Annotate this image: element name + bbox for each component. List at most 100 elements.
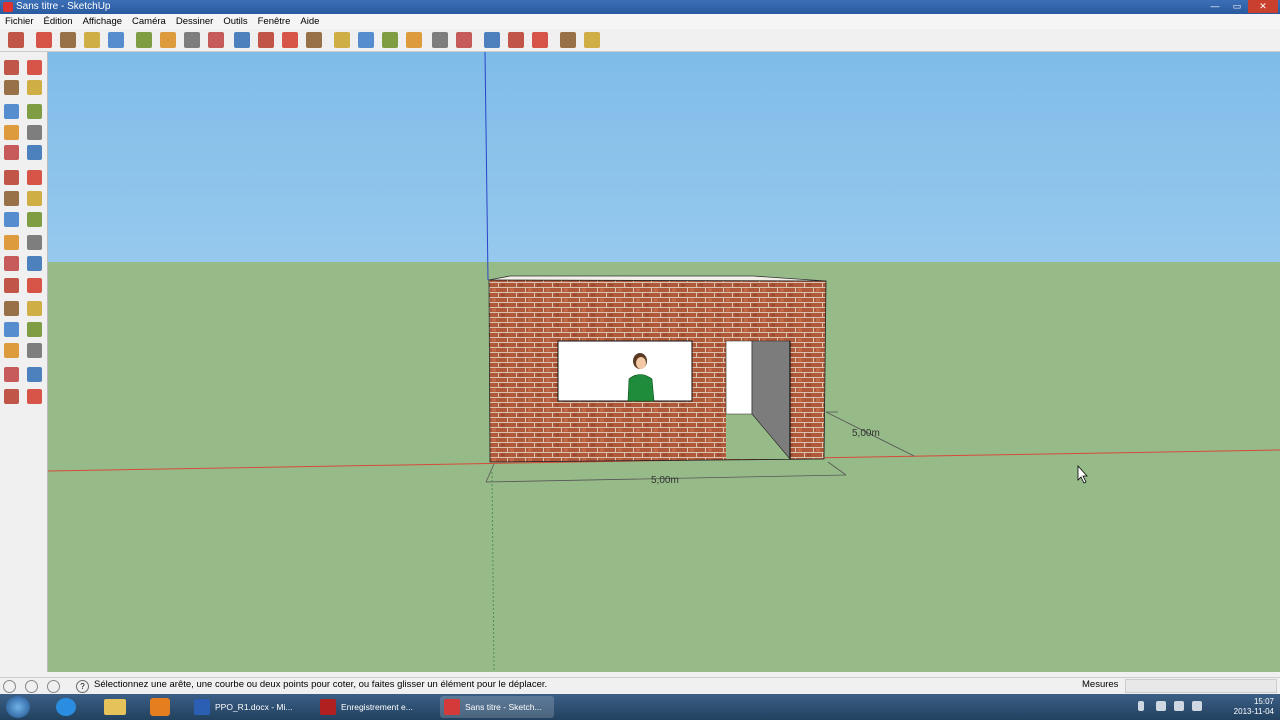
walk-icon[interactable]	[4, 389, 19, 404]
maximize-button[interactable]: ▭	[1226, 0, 1248, 13]
pan-icon[interactable]	[27, 301, 42, 316]
menu-fenetre[interactable]: Fenêtre	[253, 16, 296, 27]
position-camera-icon[interactable]	[4, 367, 19, 382]
taskbar-item-sketchup-label: Sans titre - Sketch...	[465, 702, 542, 712]
blue-axis	[484, 52, 489, 281]
dimension-icon[interactable]	[27, 235, 42, 250]
rotate-icon[interactable]	[258, 32, 274, 48]
taskbar-item-recorder-label: Enregistrement e...	[341, 702, 413, 712]
protractor-icon[interactable]	[432, 32, 448, 48]
close-button[interactable]: ✕	[1248, 0, 1278, 13]
axes-icon[interactable]	[4, 278, 19, 293]
clock-date: 2013-11-04	[1233, 707, 1274, 716]
push-pull-icon[interactable]	[27, 170, 42, 185]
text-icon[interactable]	[27, 256, 42, 271]
rectangle-icon[interactable]	[60, 32, 76, 48]
eraser-icon[interactable]	[27, 60, 42, 75]
circle-icon[interactable]	[84, 32, 100, 48]
polygon-icon[interactable]	[4, 145, 19, 160]
move-icon[interactable]	[4, 170, 19, 185]
tape-measure-icon[interactable]	[4, 235, 19, 250]
measurements-input[interactable]	[1125, 679, 1277, 693]
paint-bucket-icon[interactable]	[4, 80, 19, 95]
system-clock[interactable]: 15:07 2013-11-04	[1234, 697, 1274, 717]
move-icon[interactable]	[208, 32, 224, 48]
minimize-button[interactable]: —	[1204, 0, 1226, 13]
protractor-icon[interactable]	[4, 256, 19, 271]
start-button[interactable]	[6, 696, 30, 718]
media-player-icon[interactable]	[150, 698, 170, 716]
menu-edition[interactable]: Édition	[39, 16, 78, 27]
pencil-icon[interactable]	[36, 32, 52, 48]
line-icon[interactable]	[27, 104, 42, 119]
measurements-label: Mesures	[1082, 679, 1119, 690]
tray-arrow-icon[interactable]	[1138, 701, 1144, 711]
walk-icon[interactable]	[456, 32, 472, 48]
left-toolbar	[0, 52, 48, 672]
orbit-icon[interactable]	[306, 32, 322, 48]
components-icon[interactable]	[584, 32, 600, 48]
network-icon[interactable]	[1156, 701, 1166, 711]
offset-icon[interactable]	[184, 32, 200, 48]
menu-fichier[interactable]: Fichier	[0, 16, 39, 27]
arc-icon[interactable]	[108, 32, 124, 48]
circle-icon[interactable]	[4, 125, 19, 140]
menu-outils[interactable]: Outils	[218, 16, 252, 27]
user-icon[interactable]	[47, 680, 60, 693]
explorer-icon[interactable]	[104, 699, 126, 715]
door-opening-wall-side	[725, 340, 753, 415]
ie-icon[interactable]	[56, 698, 76, 716]
drawing-viewport[interactable]: 5,00m 5,00m	[48, 52, 1280, 672]
credits-icon[interactable]	[25, 680, 38, 693]
look-around-icon[interactable]	[508, 32, 524, 48]
geo-location-icon[interactable]	[3, 680, 16, 693]
display-icon[interactable]	[1174, 701, 1184, 711]
zoom-window-icon[interactable]	[27, 322, 42, 337]
look-around-icon[interactable]	[27, 367, 42, 382]
taskbar-item-word-label: PPO_R1.docx - Mi...	[215, 702, 293, 712]
push-pull-icon[interactable]	[234, 32, 250, 48]
scale-icon[interactable]	[4, 212, 19, 227]
rectangle-icon[interactable]	[4, 104, 19, 119]
eraser-icon[interactable]	[136, 32, 152, 48]
section-icon[interactable]	[532, 32, 548, 48]
window-controls: — ▭ ✕	[1204, 0, 1278, 14]
taskbar-item-sketchup[interactable]: Sans titre - Sketch...	[440, 696, 554, 718]
arc-icon[interactable]	[27, 125, 42, 140]
section-plane-icon[interactable]	[27, 389, 42, 404]
tape-measure-icon[interactable]	[406, 32, 422, 48]
pan-icon[interactable]	[334, 32, 350, 48]
select-icon[interactable]	[8, 32, 24, 48]
rotate-icon[interactable]	[4, 191, 19, 206]
volume-icon[interactable]	[1192, 701, 1202, 711]
width-dimension-label: 5,00m	[651, 475, 679, 486]
scene-canvas[interactable]: 5,00m 5,00m	[48, 52, 1280, 672]
orbit-icon[interactable]	[4, 301, 19, 316]
status-bar: ? Sélectionnez une arête, une courbe ou …	[0, 677, 1280, 693]
follow-me-icon[interactable]	[27, 191, 42, 206]
next-view-icon[interactable]	[27, 343, 42, 358]
menu-aide[interactable]: Aide	[295, 16, 324, 27]
taskbar-item-recorder[interactable]: Enregistrement e...	[320, 696, 432, 718]
menu-camera[interactable]: Caméra	[127, 16, 171, 27]
previous-view-icon[interactable]	[4, 343, 19, 358]
pencil-icon[interactable]	[27, 80, 42, 95]
paint-bucket-icon[interactable]	[160, 32, 176, 48]
offset-icon[interactable]	[27, 212, 42, 227]
help-icon[interactable]: ?	[76, 680, 89, 693]
follow-me-icon[interactable]	[282, 32, 298, 48]
zoom-extents-icon[interactable]	[382, 32, 398, 48]
window-opening	[557, 340, 693, 402]
sketchup-app-icon	[3, 2, 13, 12]
3d-text-icon[interactable]	[27, 278, 42, 293]
position-camera-icon[interactable]	[484, 32, 500, 48]
select-icon[interactable]	[4, 60, 19, 75]
zoom-icon[interactable]	[4, 322, 19, 337]
menu-dessiner[interactable]: Dessiner	[171, 16, 219, 27]
layers-icon[interactable]	[560, 32, 576, 48]
zoom-icon[interactable]	[358, 32, 374, 48]
status-message: Sélectionnez une arête, une courbe ou de…	[94, 679, 548, 690]
freehand-icon[interactable]	[27, 145, 42, 160]
menu-affichage[interactable]: Affichage	[78, 16, 127, 27]
taskbar-item-word[interactable]: PPO_R1.docx - Mi...	[194, 696, 306, 718]
